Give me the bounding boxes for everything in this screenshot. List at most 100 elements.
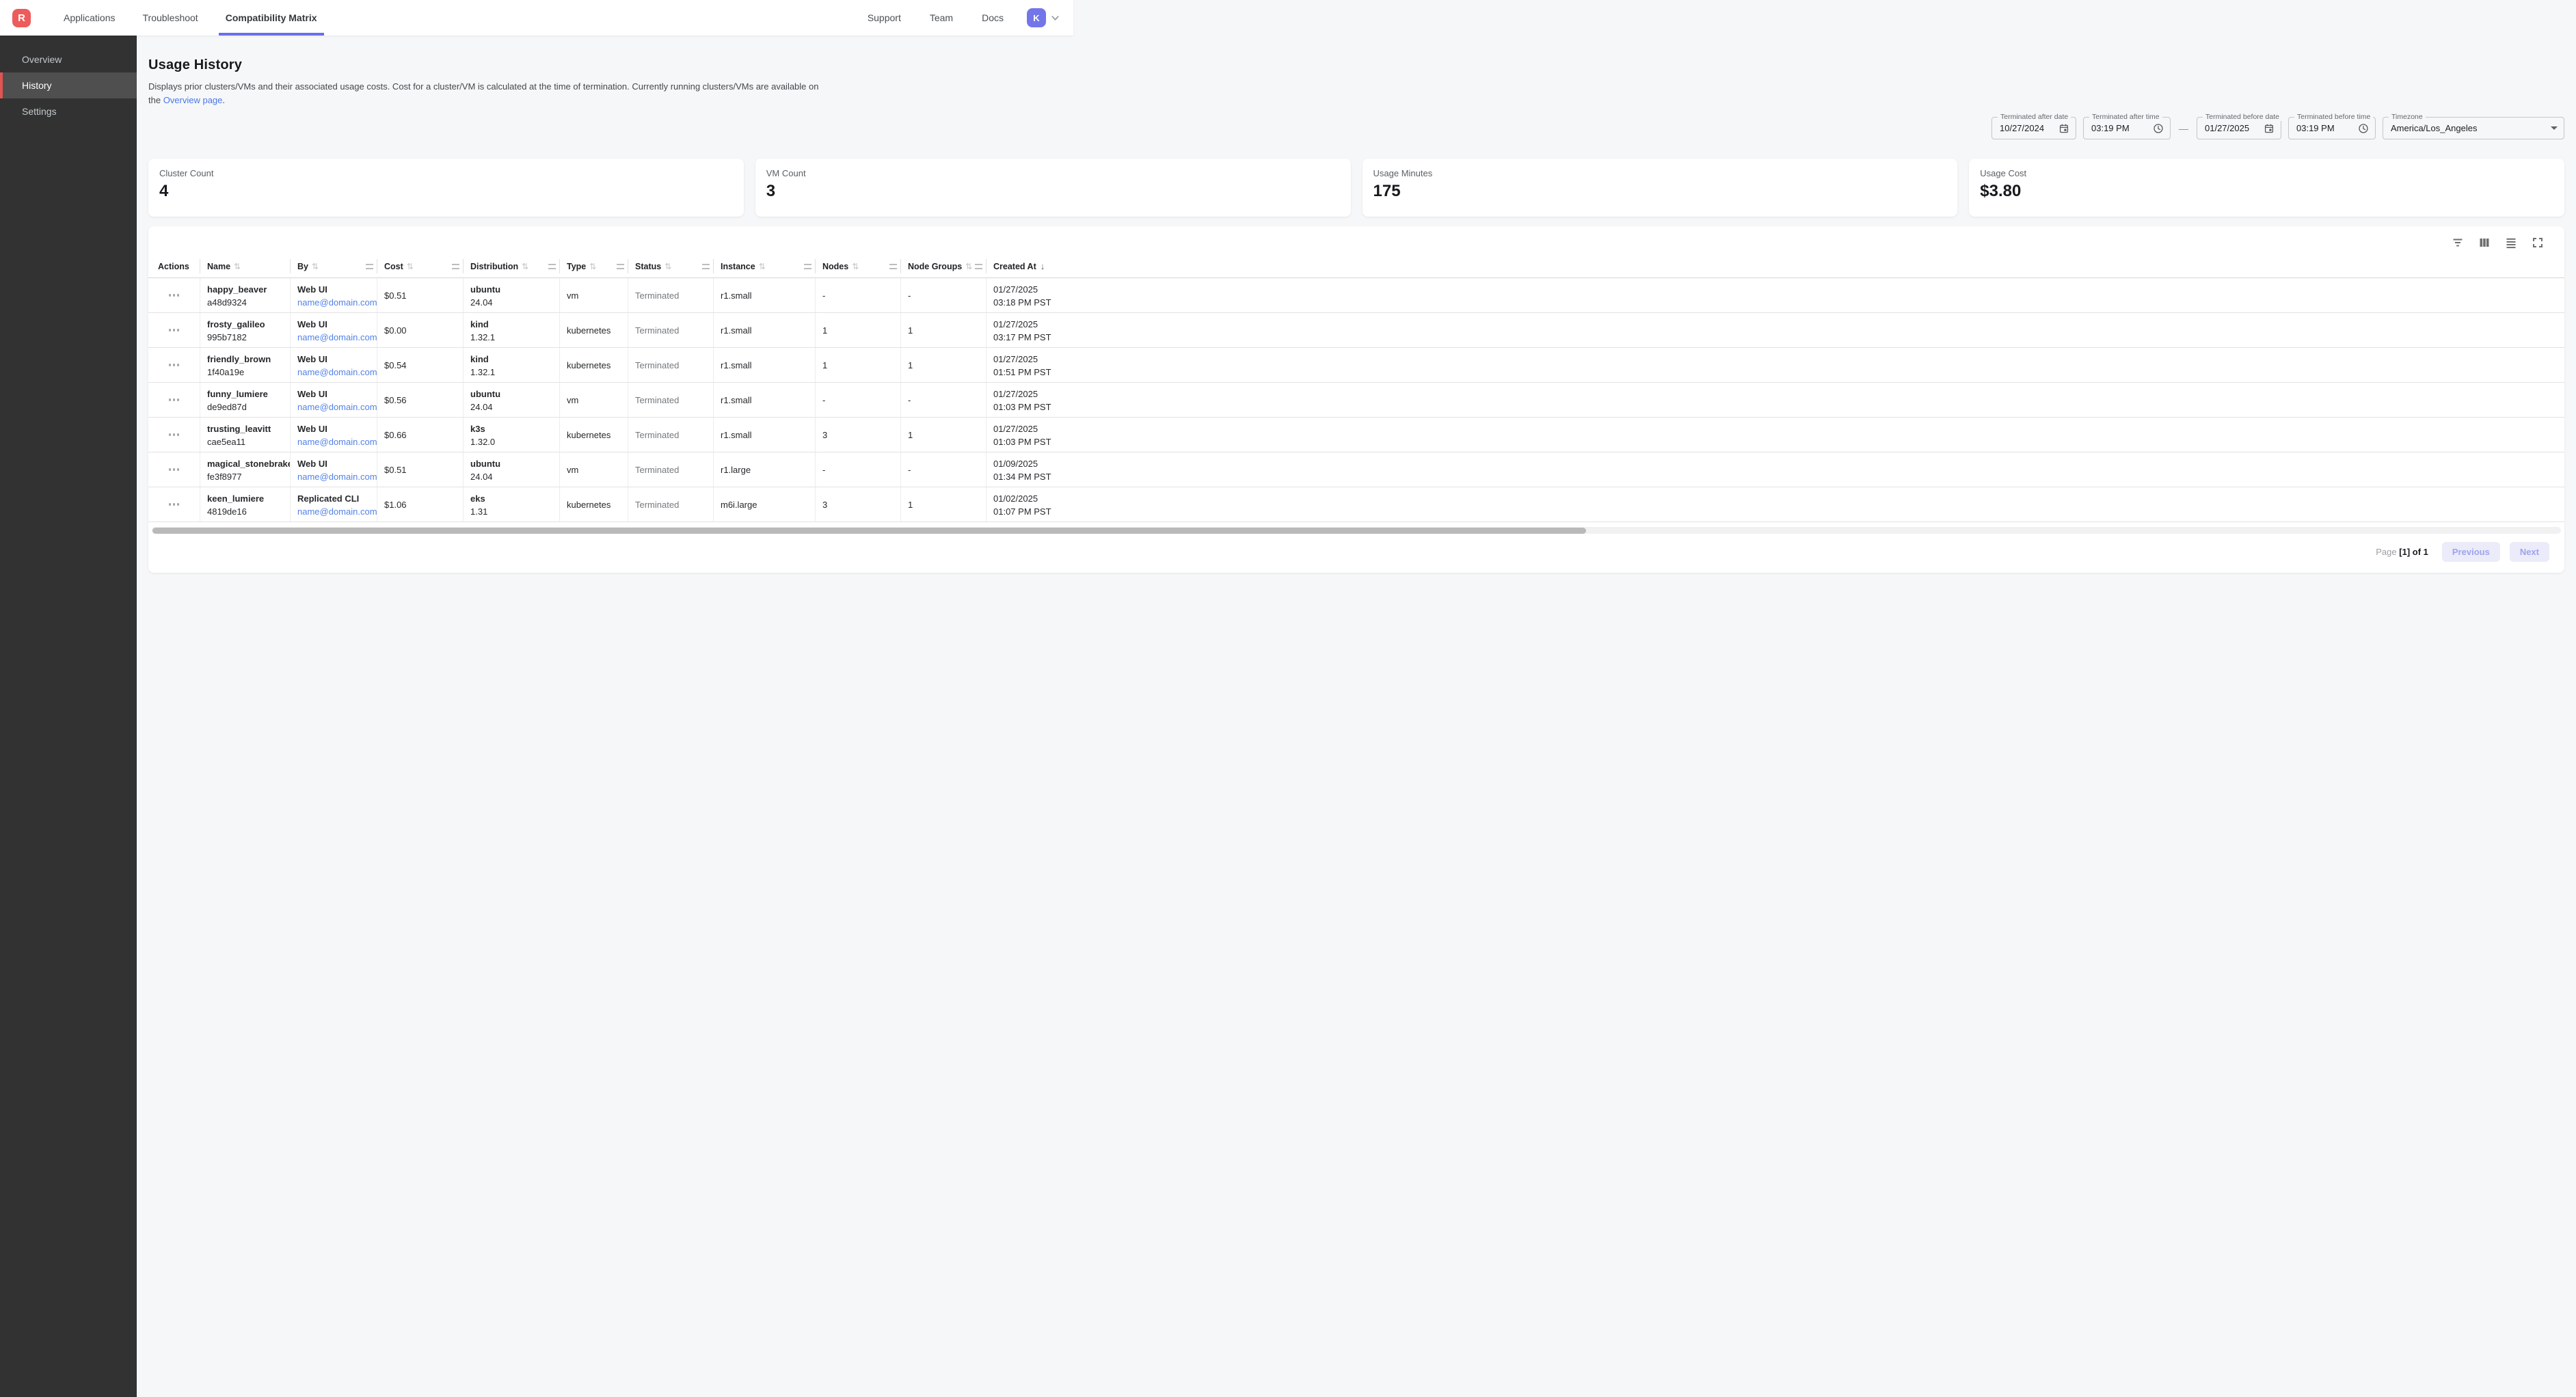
nav-link-team[interactable]: Team <box>928 12 954 23</box>
columns-icon[interactable] <box>2477 235 2492 250</box>
sidebar-item-overview[interactable]: Overview <box>0 46 137 72</box>
column-header-created-at[interactable]: Created At↓ <box>987 255 1062 277</box>
created-by-source: Web UI <box>297 353 373 366</box>
sort-icon[interactable]: ⇅ <box>759 262 766 271</box>
sidebar-item-settings[interactable]: Settings <box>0 98 137 124</box>
terminated-after-time-field[interactable]: Terminated after time 03:19 PM <box>2083 117 2171 139</box>
instance-cell: r1.small <box>714 278 816 312</box>
dropdown-arrow-icon[interactable] <box>2551 126 2558 130</box>
field-value[interactable]: 01/27/2025 <box>2205 123 2249 133</box>
column-header-type[interactable]: Type⇅ <box>560 255 628 277</box>
chevron-down-icon[interactable] <box>1051 14 1060 23</box>
sort-icon[interactable]: ⇅ <box>522 262 528 271</box>
sort-icon[interactable]: ⇅ <box>589 262 596 271</box>
stat-value: 4 <box>159 182 733 201</box>
row-actions-button[interactable] <box>166 290 183 301</box>
nav-tab-troubleshoot[interactable]: Troubleshoot <box>142 0 200 36</box>
sort-icon[interactable]: ⇅ <box>234 262 241 271</box>
cost-cell: $0.51 <box>377 452 464 487</box>
row-actions-button[interactable] <box>166 499 183 510</box>
created-by-email-link[interactable]: name@domain.com <box>297 366 373 379</box>
created-by-email-link[interactable]: name@domain.com <box>297 401 373 413</box>
column-menu-icon[interactable] <box>366 264 373 269</box>
overview-page-link[interactable]: Overview page <box>163 95 223 105</box>
sort-icon[interactable]: ⇅ <box>852 262 859 271</box>
row-actions-button[interactable] <box>166 429 183 440</box>
column-header-distribution[interactable]: Distribution⇅ <box>464 255 560 277</box>
previous-button[interactable]: Previous <box>2442 542 2500 562</box>
sort-desc-icon[interactable]: ↓ <box>1041 261 1045 271</box>
type-cell: vm <box>560 383 628 417</box>
column-menu-icon[interactable] <box>804 264 811 269</box>
status-cell: Terminated <box>628 383 714 417</box>
scrollbar-thumb[interactable] <box>152 528 1586 534</box>
field-value[interactable]: 03:19 PM <box>2091 123 2130 133</box>
nav-tab-applications[interactable]: Applications <box>62 0 117 36</box>
status-cell: Terminated <box>628 313 714 347</box>
sort-icon[interactable]: ⇅ <box>407 262 414 271</box>
created-time: 01:03 PM PST <box>993 401 1058 413</box>
column-menu-icon[interactable] <box>889 264 897 269</box>
terminated-before-date-field[interactable]: Terminated before date 01/27/2025 <box>2197 117 2281 139</box>
cost-cell: $0.51 <box>377 278 464 312</box>
created-by-email-link[interactable]: name@domain.com <box>297 296 373 309</box>
filter-icon[interactable] <box>2450 235 2465 250</box>
table-toolbar <box>148 226 2564 255</box>
horizontal-scrollbar[interactable] <box>152 527 2561 534</box>
column-label: Actions <box>158 262 189 271</box>
created-by-email-link[interactable]: name@domain.com <box>297 331 373 344</box>
clock-icon[interactable] <box>2153 123 2164 134</box>
column-menu-icon[interactable] <box>452 264 459 269</box>
row-actions-button[interactable] <box>166 325 183 336</box>
cluster-id: 4819de16 <box>207 505 286 518</box>
field-value[interactable]: 03:19 PM <box>2296 123 2335 133</box>
calendar-icon[interactable] <box>2264 123 2275 134</box>
created-by-source: Web UI <box>297 457 373 470</box>
page-indicator: Page [1] of 1 <box>2376 547 2428 557</box>
density-icon[interactable] <box>2504 235 2519 250</box>
column-header-instance[interactable]: Instance⇅ <box>714 255 816 277</box>
sort-icon[interactable]: ⇅ <box>665 262 671 271</box>
fullscreen-icon[interactable] <box>2530 235 2545 250</box>
row-actions-button[interactable] <box>166 360 183 370</box>
column-header-name[interactable]: Name⇅ <box>200 255 291 277</box>
created-by-email-link[interactable]: name@domain.com <box>297 435 373 448</box>
row-actions-button[interactable] <box>166 464 183 475</box>
clock-icon[interactable] <box>2358 123 2369 134</box>
next-button[interactable]: Next <box>2510 542 2549 562</box>
row-actions-button[interactable] <box>166 394 183 405</box>
account-menu[interactable]: K <box>1027 8 1060 27</box>
field-value[interactable]: America/Los_Angeles <box>2391 123 2477 133</box>
created-by-email-link[interactable]: name@domain.com <box>297 505 373 518</box>
column-menu-icon[interactable] <box>548 264 556 269</box>
created-time: 03:18 PM PST <box>993 296 1058 309</box>
sort-icon[interactable]: ⇅ <box>312 262 319 271</box>
column-menu-icon[interactable] <box>702 264 710 269</box>
column-label: By <box>297 262 308 271</box>
timezone-select[interactable]: Timezone America/Los_Angeles <box>2383 117 2564 139</box>
page-word: Page <box>2376 547 2396 557</box>
nav-tab-compatibility-matrix[interactable]: Compatibility Matrix <box>224 0 319 36</box>
calendar-icon[interactable] <box>2058 123 2069 134</box>
instance-cell: r1.small <box>714 313 816 347</box>
nav-link-support[interactable]: Support <box>866 12 902 23</box>
column-header-by[interactable]: By ⇅ <box>291 255 377 277</box>
terminated-before-time-field[interactable]: Terminated before time 03:19 PM <box>2288 117 2376 139</box>
column-header-nodes[interactable]: Nodes⇅ <box>816 255 901 277</box>
field-value[interactable]: 10/27/2024 <box>2000 123 2044 133</box>
column-menu-icon[interactable] <box>617 264 624 269</box>
nav-link-docs[interactable]: Docs <box>980 12 1005 23</box>
terminated-after-date-field[interactable]: Terminated after date 10/27/2024 <box>1991 117 2076 139</box>
column-header-node-groups[interactable]: Node Groups⇅ <box>901 255 987 277</box>
created-by-email-link[interactable]: name@domain.com <box>297 470 373 483</box>
column-header-cost[interactable]: Cost⇅ <box>377 255 464 277</box>
stat-value: 175 <box>1373 182 1947 201</box>
avatar[interactable]: K <box>1027 8 1046 27</box>
stat-card-usage-cost: Usage Cost $3.80 <box>1969 159 2564 217</box>
column-header-status[interactable]: Status⇅ <box>628 255 714 277</box>
sidebar-item-history[interactable]: History <box>0 72 137 98</box>
sort-icon[interactable]: ⇅ <box>965 262 972 271</box>
distribution-name: kind <box>470 353 555 366</box>
column-menu-icon[interactable] <box>975 264 982 269</box>
replicated-logo[interactable]: R <box>12 9 31 27</box>
